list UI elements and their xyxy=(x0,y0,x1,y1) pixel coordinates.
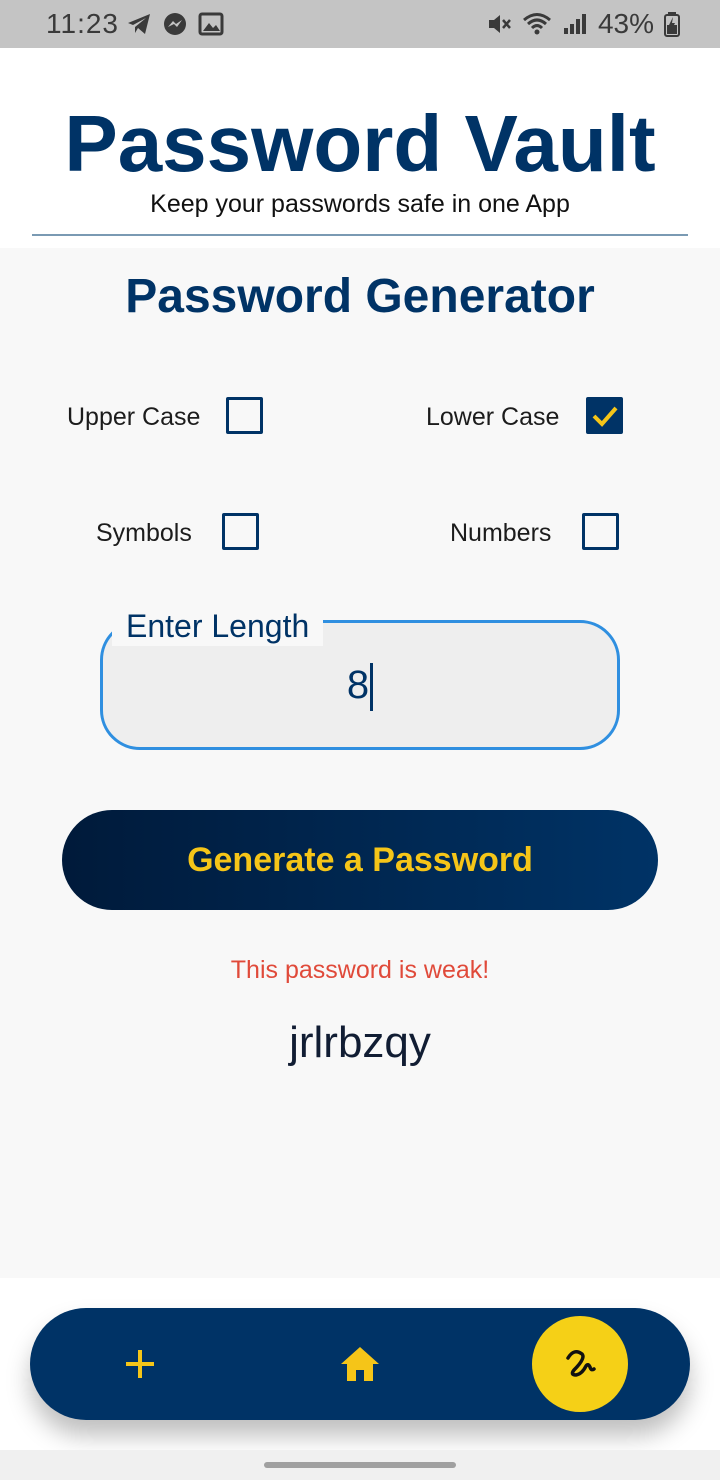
add-icon xyxy=(126,1350,154,1378)
generator-icon xyxy=(566,1350,596,1377)
status-time: 11:23 xyxy=(46,8,119,39)
mute-icon xyxy=(488,15,511,33)
generated-password: jrlrbzqy xyxy=(289,1018,431,1067)
image-icon xyxy=(198,12,224,36)
symbols-label: Symbols xyxy=(96,519,192,547)
telegram-icon xyxy=(128,14,150,34)
generate-password-button[interactable]: Generate a Password xyxy=(62,810,658,910)
lower-case-checkbox[interactable] xyxy=(586,397,623,434)
check-icon xyxy=(592,406,618,427)
nav-home[interactable] xyxy=(310,1308,410,1420)
password-strength-message: This password is weak! xyxy=(230,956,490,984)
app-title: Password Vault xyxy=(64,99,656,188)
status-bar: 11:23 43% xyxy=(0,0,720,48)
nav-generator[interactable] xyxy=(532,1316,628,1412)
header-divider xyxy=(32,234,688,236)
messenger-icon xyxy=(164,13,186,35)
status-left-icons xyxy=(126,11,224,37)
upper-case-label: Upper Case xyxy=(67,403,201,431)
length-value-text: 8 xyxy=(346,663,370,707)
symbols-checkbox[interactable] xyxy=(222,513,259,550)
nav-add[interactable] xyxy=(90,1308,190,1420)
section-title: Password Generator xyxy=(125,270,595,323)
numbers-label: Numbers xyxy=(450,519,552,547)
upper-case-checkbox[interactable] xyxy=(226,397,263,434)
wifi-icon xyxy=(522,13,551,35)
bottom-nav xyxy=(30,1308,690,1420)
home-indicator[interactable] xyxy=(264,1462,456,1468)
signal-icon xyxy=(563,14,586,34)
battery-percent: 43% xyxy=(597,8,654,39)
app-subtitle: Keep your passwords safe in one App xyxy=(150,190,570,218)
status-right: 43% xyxy=(486,8,680,40)
length-value[interactable]: 8 xyxy=(100,620,620,750)
lower-case-label: Lower Case xyxy=(426,403,560,431)
numbers-checkbox[interactable] xyxy=(582,513,619,550)
text-caret xyxy=(370,663,374,712)
app-header: Password Vault Keep your passwords safe … xyxy=(0,48,720,248)
battery-icon xyxy=(664,12,680,37)
home-icon xyxy=(341,1347,379,1381)
